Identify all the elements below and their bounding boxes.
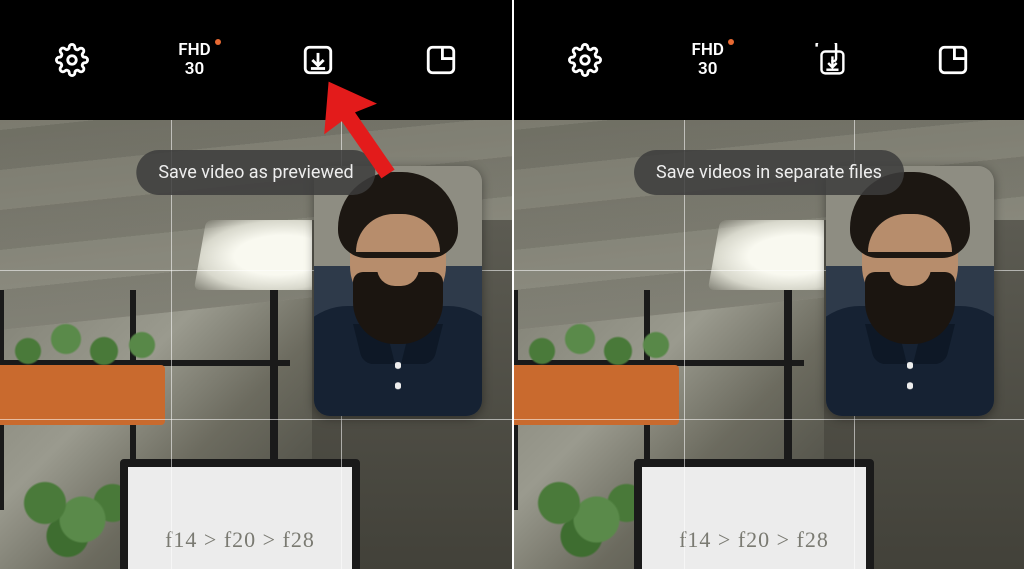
whiteboard-text: f14 > f20 > f28 bbox=[165, 527, 315, 553]
camera-screen-left: FHD 30 f14 > f20 > f28 bbox=[0, 0, 512, 569]
save-mode-tooltip: Save video as previewed bbox=[136, 150, 375, 195]
recording-dot-icon bbox=[728, 39, 734, 45]
recording-dot-icon bbox=[215, 39, 221, 45]
resolution-label: FHD bbox=[178, 41, 210, 60]
save-mode-button[interactable] bbox=[286, 28, 350, 92]
gear-icon bbox=[55, 43, 89, 77]
save-separate-icon bbox=[813, 43, 847, 77]
selfie-pip[interactable] bbox=[314, 166, 482, 416]
save-mode-button[interactable] bbox=[798, 28, 862, 92]
save-mode-tooltip: Save videos in separate files bbox=[634, 150, 904, 195]
framerate-label: 30 bbox=[692, 60, 724, 79]
scene-whiteboard: f14 > f20 > f28 bbox=[120, 459, 360, 569]
resolution-button[interactable]: FHD 30 bbox=[163, 28, 227, 92]
top-controls-bar: FHD 30 bbox=[0, 0, 512, 120]
whiteboard-text: f14 > f20 > f28 bbox=[679, 527, 829, 553]
scene-whiteboard: f14 > f20 > f28 bbox=[634, 459, 874, 569]
save-single-icon bbox=[301, 43, 335, 77]
scene-planter bbox=[0, 365, 165, 425]
resolution-label: FHD bbox=[692, 41, 724, 60]
framerate-label: 30 bbox=[178, 60, 210, 79]
camera-screen-right: FHD 30 f14 > f20 bbox=[512, 0, 1024, 569]
settings-button[interactable] bbox=[553, 28, 617, 92]
camera-viewfinder[interactable]: f14 > f20 > f28 Save videos in separate … bbox=[514, 120, 1024, 569]
pip-layout-icon bbox=[424, 43, 458, 77]
layout-button[interactable] bbox=[409, 28, 473, 92]
selfie-pip[interactable] bbox=[826, 166, 994, 416]
top-controls-bar: FHD 30 bbox=[514, 0, 1024, 120]
settings-button[interactable] bbox=[40, 28, 104, 92]
camera-viewfinder[interactable]: f14 > f20 > f28 Save video as previewed bbox=[0, 120, 512, 569]
resolution-button[interactable]: FHD 30 bbox=[676, 28, 740, 92]
layout-button[interactable] bbox=[921, 28, 985, 92]
pip-layout-icon bbox=[936, 43, 970, 77]
scene-planter bbox=[514, 365, 679, 425]
gear-icon bbox=[568, 43, 602, 77]
